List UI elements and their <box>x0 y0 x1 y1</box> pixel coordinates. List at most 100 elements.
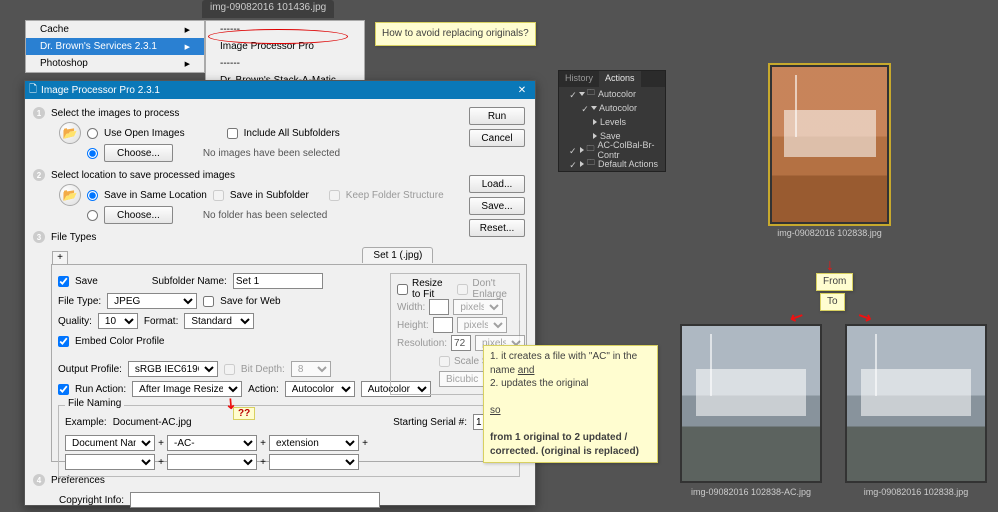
height-label: Height: <box>397 320 429 331</box>
fn-token-2[interactable]: -AC- <box>167 435 257 451</box>
save-label: Save <box>75 276 98 287</box>
actions-set-autocolor[interactable]: ✓🗀Autocolor <box>559 87 665 101</box>
quality-select[interactable]: 10 <box>98 313 138 329</box>
run-button[interactable]: Run <box>469 107 525 125</box>
actions-set-accolbal[interactable]: ✓🗀AC-ColBal-Br-Contr <box>559 143 665 157</box>
step3-bullet: 3 <box>33 231 45 243</box>
save-for-web-label: Save for Web <box>220 296 280 307</box>
subfolder-input[interactable] <box>233 273 323 289</box>
file-naming-group: File Naming Example: Document-AC.jpg Sta… <box>58 405 520 477</box>
choose-input-button[interactable]: Choose... <box>104 144 173 162</box>
choose-output-radio[interactable] <box>87 210 98 221</box>
folder-icon-2: 📂 <box>59 184 81 206</box>
output-profile-select[interactable]: sRGB IEC61966-2.1 <box>128 361 218 377</box>
choose-folder-radio[interactable] <box>87 148 98 159</box>
context-menu: Cache Dr. Brown's Services 2.3.1 Photosh… <box>25 20 205 73</box>
step1-hint: No images have been selected <box>203 148 340 159</box>
step2-bullet: 2 <box>33 169 45 181</box>
action-autocolor[interactable]: ✓Autocolor <box>559 101 665 115</box>
note-explanation: 1. it creates a file with "AC" in the na… <box>483 345 658 463</box>
folder-icon: 📂 <box>59 122 81 144</box>
actions-tab[interactable]: Actions <box>599 71 641 87</box>
cancel-button[interactable]: Cancel <box>469 129 525 147</box>
resolution-input <box>451 335 471 351</box>
dont-enlarge-label: Don't Enlarge <box>472 278 513 300</box>
step1-bullet: 1 <box>33 107 45 119</box>
save-subfolder-label: Save in Subfolder <box>230 190 309 201</box>
photo-corrected <box>682 326 820 481</box>
save-subfolder-check[interactable] <box>213 190 224 201</box>
step1-label: Select the images to process <box>51 108 179 119</box>
note-top: How to avoid replacing originals? <box>375 22 536 46</box>
set-tab[interactable]: Set 1 (.jpg) <box>362 247 433 263</box>
width-label: Width: <box>397 302 425 313</box>
fn-token-4[interactable] <box>65 454 155 470</box>
file-naming-legend: File Naming <box>65 398 124 409</box>
step4-bullet: 4 <box>33 474 45 486</box>
include-subfolders-label: Include All Subfolders <box>244 128 340 139</box>
use-open-images-label: Use Open Images <box>104 128 185 139</box>
menu-item-photoshop[interactable]: Photoshop <box>26 55 204 72</box>
menu-sub-sep1: ------ <box>206 55 364 72</box>
format-label: Format: <box>144 316 178 327</box>
actions-panel: History Actions ✓🗀Autocolor ✓Autocolor L… <box>558 70 666 172</box>
format-select[interactable]: Standard <box>184 313 254 329</box>
menu-sub-ipp[interactable]: Image Processor Pro <box>206 38 364 55</box>
document-tab[interactable]: img-09082016 101436.jpg <box>202 0 334 18</box>
run-action-label: Run Action: <box>75 384 126 395</box>
reset-button[interactable]: Reset... <box>469 219 525 237</box>
save-for-web-check[interactable] <box>203 296 214 307</box>
run-action-when-select[interactable]: After Image Resize <box>132 381 242 397</box>
fn-token-6[interactable] <box>269 454 359 470</box>
thumb-original-caption: img-09082016 102838.jpg <box>770 228 889 238</box>
thumb-replaced[interactable]: img-09082016 102838.jpg <box>845 324 987 497</box>
fn-token-3[interactable]: extension <box>269 435 359 451</box>
action-set-select[interactable]: Autocolor <box>285 381 355 397</box>
keep-structure-check <box>329 190 340 201</box>
annotation-qmark: ?? <box>233 407 255 420</box>
thumb-original[interactable]: img-09082016 102838.jpg <box>770 65 889 238</box>
resize-to-fit-check[interactable] <box>397 284 408 295</box>
bitdepth-label: Bit Depth: <box>241 364 285 375</box>
menu-item-drbrown[interactable]: Dr. Brown's Services 2.3.1 <box>26 38 204 55</box>
use-open-images-radio[interactable] <box>87 128 98 139</box>
close-icon[interactable]: ✕ <box>513 85 531 96</box>
action-step-levels[interactable]: Levels <box>559 115 665 129</box>
height-unit: pixels <box>457 317 507 333</box>
run-action-check[interactable] <box>58 384 69 395</box>
history-tab[interactable]: History <box>559 71 599 87</box>
filetype-label: File Type: <box>58 296 101 307</box>
photo-replaced <box>847 326 985 481</box>
fn-token-1[interactable]: Document Name <box>65 435 155 451</box>
save-button[interactable]: Save... <box>469 197 525 215</box>
example-value: Document-AC.jpg <box>113 417 192 428</box>
copyright-input[interactable] <box>130 492 380 508</box>
resolution-label: Resolution: <box>397 338 447 349</box>
menu-item-cache[interactable]: Cache <box>26 21 204 38</box>
bitdepth-select: 8 <box>291 361 331 377</box>
load-button[interactable]: Load... <box>469 175 525 193</box>
save-same-radio[interactable] <box>87 190 98 201</box>
save-checkbox[interactable] <box>58 276 69 287</box>
dialog-titlebar[interactable]: 🗋 Image Processor Pro 2.3.1 ✕ <box>25 81 535 99</box>
bitdepth-check <box>224 364 235 375</box>
actions-set-default[interactable]: ✓🗀Default Actions <box>559 157 665 171</box>
filetype-select[interactable]: JPEG <box>107 293 197 309</box>
photo-original <box>772 67 887 222</box>
embed-profile-check[interactable] <box>58 336 69 347</box>
width-unit: pixels <box>453 299 503 315</box>
resize-to-fit-label: Resize to Fit <box>412 278 449 300</box>
width-input <box>429 299 449 315</box>
thumb-corrected-ac[interactable]: img-09082016 102838-AC.jpg <box>680 324 822 497</box>
scale-styles-check <box>439 356 450 367</box>
choose-output-button[interactable]: Choose... <box>104 206 173 224</box>
serial-label: Starting Serial #: <box>393 417 467 428</box>
fn-token-5[interactable] <box>167 454 257 470</box>
example-label: Example: <box>65 417 107 428</box>
dont-enlarge-check <box>457 284 468 295</box>
keep-structure-label: Keep Folder Structure <box>346 190 444 201</box>
thumb-replaced-caption: img-09082016 102838.jpg <box>845 487 987 497</box>
app-icon: 🗋 <box>29 82 37 99</box>
include-subfolders-check[interactable] <box>227 128 238 139</box>
from-label: From <box>816 273 853 291</box>
